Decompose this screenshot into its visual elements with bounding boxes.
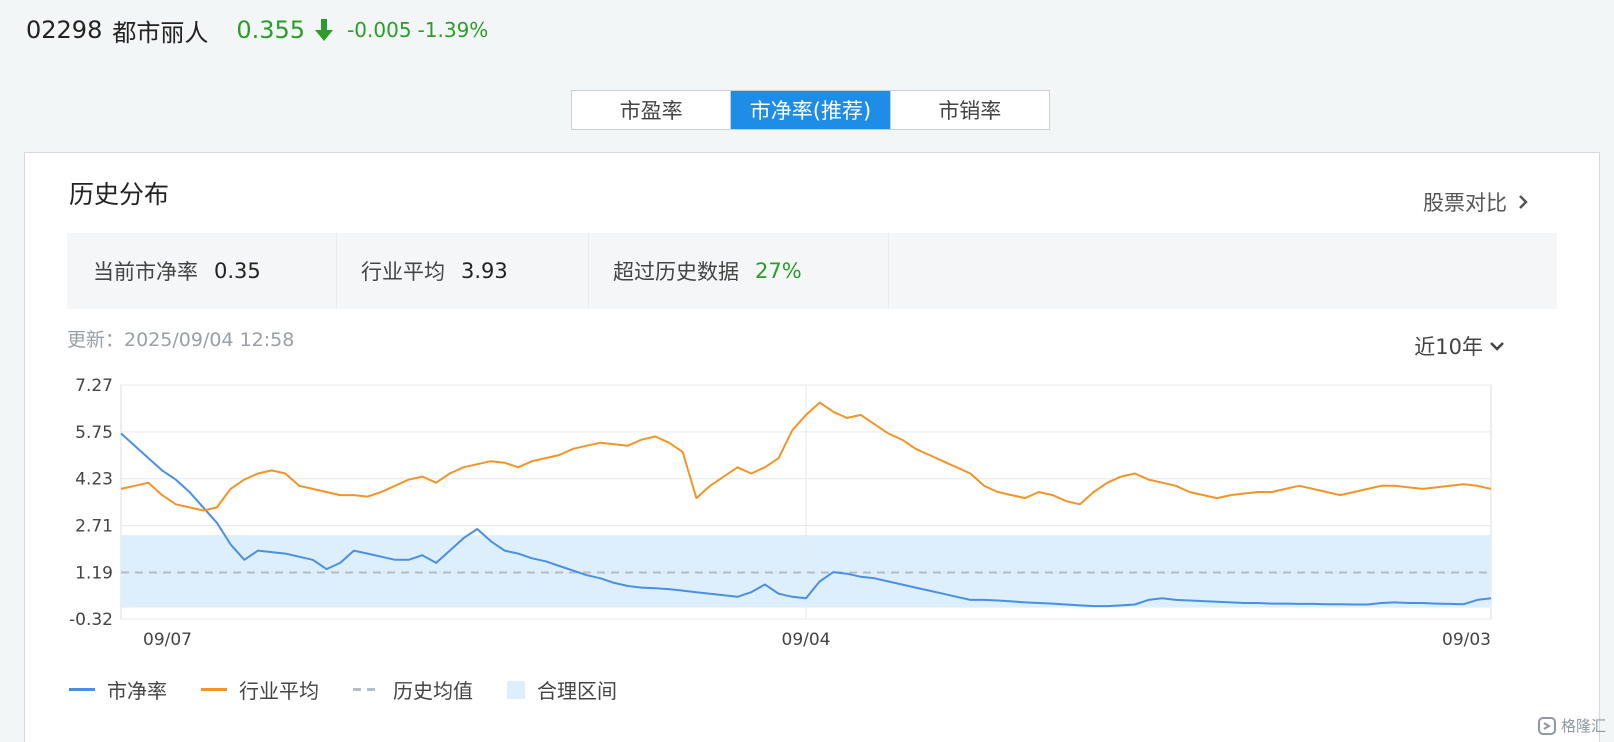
stat-label: 超过历史数据 <box>613 260 739 284</box>
legend-item-pb[interactable]: 市净率 <box>69 675 167 704</box>
stat-percentile: 超过历史数据 27% <box>589 233 889 309</box>
legend-item-mean[interactable]: 历史均值 <box>353 675 473 704</box>
stat-value: 3.93 <box>461 259 508 283</box>
y-tick-label: 2.71 <box>75 517 113 537</box>
chart-legend: 市净率 行业平均 历史均值 合理区间 <box>69 675 651 704</box>
down-arrow-icon <box>315 19 334 41</box>
legend-item-range[interactable]: 合理区间 <box>507 675 617 704</box>
update-time: 更新：2025/09/04 12:58 <box>67 325 294 352</box>
stat-label: 当前市净率 <box>93 260 198 284</box>
legend-label: 合理区间 <box>537 679 617 703</box>
update-value: 2025/09/04 12:58 <box>124 329 295 351</box>
range-label: 近10年 <box>1414 335 1483 359</box>
tab-pb[interactable]: 市净率(推荐) <box>731 91 891 129</box>
chevron-down-icon <box>1490 342 1504 351</box>
stock-name: 都市丽人 <box>112 18 209 47</box>
tab-ps[interactable]: 市销率 <box>891 91 1049 129</box>
valuation-tabs: 市盈率 市净率(推荐) 市销率 <box>571 90 1050 130</box>
stats-bar: 当前市净率 0.35 行业平均 3.93 超过历史数据 27% <box>67 233 1557 309</box>
legend-label: 市净率 <box>107 679 167 703</box>
stock-header: 02298 都市丽人 0.355 -0.005 -1.39% <box>26 10 488 50</box>
price-change-pct: -1.39% <box>417 18 489 42</box>
stock-compare-link[interactable]: 股票对比 <box>1423 187 1529 217</box>
update-label: 更新： <box>67 329 125 351</box>
y-tick-label: 5.75 <box>75 423 113 443</box>
pb-chart: 7.27 5.75 4.23 2.71 1.19 -0.32 09/07 09/04 09/03 <box>69 376 1492 650</box>
watermark: 格隆汇 <box>1537 715 1606 736</box>
x-tick-label: 09/03 <box>1442 630 1491 650</box>
legend-swatch <box>69 688 95 691</box>
y-tick-label: 4.23 <box>75 470 113 490</box>
tab-pe[interactable]: 市盈率 <box>572 91 732 129</box>
y-tick-label: 7.27 <box>75 376 113 396</box>
legend-swatch <box>353 688 381 691</box>
stat-industry-avg: 行业平均 3.93 <box>337 233 589 309</box>
price-change: -0.005 <box>347 18 412 42</box>
chevron-right-icon <box>1519 195 1528 209</box>
legend-swatch <box>201 688 227 691</box>
stat-value: 0.35 <box>214 259 261 283</box>
card-title: 历史分布 <box>69 180 170 209</box>
watermark-text: 格隆汇 <box>1560 717 1606 735</box>
stock-price: 0.355 <box>236 16 306 44</box>
history-card: 历史分布 股票对比 当前市净率 0.35 行业平均 3.93 超过历史数据 27… <box>24 152 1600 742</box>
legend-label: 行业平均 <box>239 679 319 703</box>
stock-compare-label: 股票对比 <box>1423 191 1507 215</box>
y-tick-label: 1.19 <box>75 563 113 583</box>
range-dropdown[interactable]: 近10年 <box>1414 331 1505 361</box>
legend-item-industry[interactable]: 行业平均 <box>201 675 319 704</box>
logo-icon <box>1537 716 1556 735</box>
legend-label: 历史均值 <box>393 679 473 703</box>
legend-swatch <box>507 680 525 699</box>
x-tick-label: 09/07 <box>143 630 192 650</box>
y-tick-label: -0.32 <box>69 610 113 630</box>
stat-label: 行业平均 <box>361 260 445 284</box>
stat-current-pb: 当前市净率 0.35 <box>67 233 337 309</box>
stock-code: 02298 <box>26 16 103 44</box>
stat-value: 27% <box>755 259 802 283</box>
x-tick-label: 09/04 <box>782 630 831 650</box>
